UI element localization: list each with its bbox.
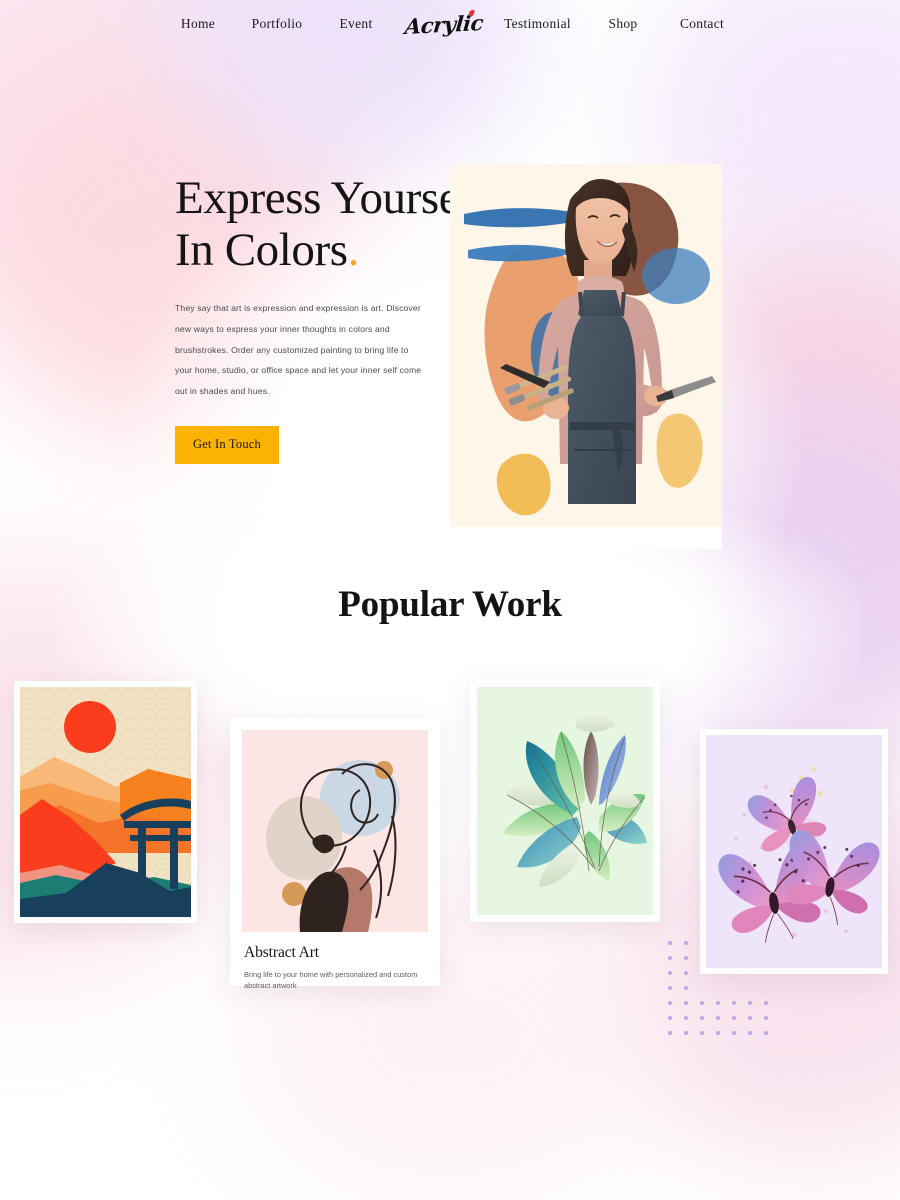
butterflies-image [706, 735, 882, 968]
nav-item-contact[interactable]: Contact [663, 15, 742, 33]
dot [748, 1016, 752, 1020]
nav-item-testimonial[interactable]: Testimonial [492, 15, 584, 33]
hero-section: Express Yourself In Colors. They say tha… [0, 44, 900, 549]
nav-item-shop[interactable]: Shop [584, 15, 663, 33]
dot [764, 1016, 768, 1020]
hero-title-accent-period: . [347, 224, 360, 276]
dot [668, 971, 672, 975]
dot [732, 1016, 736, 1020]
dot [684, 986, 688, 990]
dot [668, 956, 672, 960]
dot [748, 1031, 752, 1035]
feathers-image [477, 687, 653, 915]
nav-item-portfolio[interactable]: Portfolio [238, 15, 317, 33]
dot [764, 1031, 768, 1035]
abstract-art-title: Abstract Art [244, 944, 319, 961]
nav-link-portfolio[interactable]: Portfolio [252, 16, 303, 31]
nav-link-home[interactable]: Home [181, 16, 215, 31]
dot [684, 956, 688, 960]
dot [716, 1016, 720, 1020]
hero-title-line-1: Express Yourself [175, 172, 488, 224]
dot [748, 1001, 752, 1005]
dot [764, 1001, 768, 1005]
hero-copy: Express Yourself In Colors. They say tha… [175, 172, 488, 464]
dot [668, 1016, 672, 1020]
dot [684, 1001, 688, 1005]
abstract-art-caption: Abstract Art Bring life to your home wit… [230, 932, 440, 991]
brand-logo[interactable]: Acrylic [394, 8, 493, 39]
dot [716, 1031, 720, 1035]
hero-artist-image [450, 164, 722, 549]
nav-item-event[interactable]: Event [317, 15, 396, 33]
dot [684, 971, 688, 975]
abstract-art-description: Bring life to your home with personalize… [244, 970, 418, 990]
dot [716, 1001, 720, 1005]
dot [700, 1001, 704, 1005]
nav-link-testimonial[interactable]: Testimonial [504, 16, 571, 31]
decorative-flourish-icon [478, 116, 496, 134]
dot [700, 1016, 704, 1020]
nav-item-home[interactable]: Home [159, 15, 238, 33]
popular-work-heading: Popular Work [338, 584, 562, 625]
dot [684, 1016, 688, 1020]
artwork-card-feathers[interactable] [470, 680, 660, 922]
hero-title: Express Yourself In Colors. [175, 172, 488, 276]
dot [684, 941, 688, 945]
dot [732, 1001, 736, 1005]
dot [684, 1031, 688, 1035]
dot [668, 986, 672, 990]
nav-link-event[interactable]: Event [340, 16, 373, 31]
hero-title-line-2: In Colors [175, 224, 348, 276]
dot [700, 1031, 704, 1035]
abstract-art-image [230, 718, 440, 932]
japanese-landscape-image [20, 687, 191, 917]
dot [668, 941, 672, 945]
hero-paragraph: They say that art is expression and expr… [175, 303, 422, 397]
dot [732, 1031, 736, 1035]
get-in-touch-button[interactable]: Get In Touch [175, 425, 279, 464]
main-navigation: Home Portfolio Event Acrylic Testimonial… [0, 0, 900, 44]
nav-link-shop[interactable]: Shop [609, 16, 638, 31]
dot [668, 1001, 672, 1005]
artwork-card-butterflies[interactable] [700, 729, 888, 974]
artwork-card-abstract-art[interactable]: Abstract Art Bring life to your home wit… [230, 718, 440, 990]
dot [668, 1031, 672, 1035]
artwork-card-japanese-landscape[interactable] [14, 681, 197, 923]
nav-link-contact[interactable]: Contact [680, 16, 724, 31]
